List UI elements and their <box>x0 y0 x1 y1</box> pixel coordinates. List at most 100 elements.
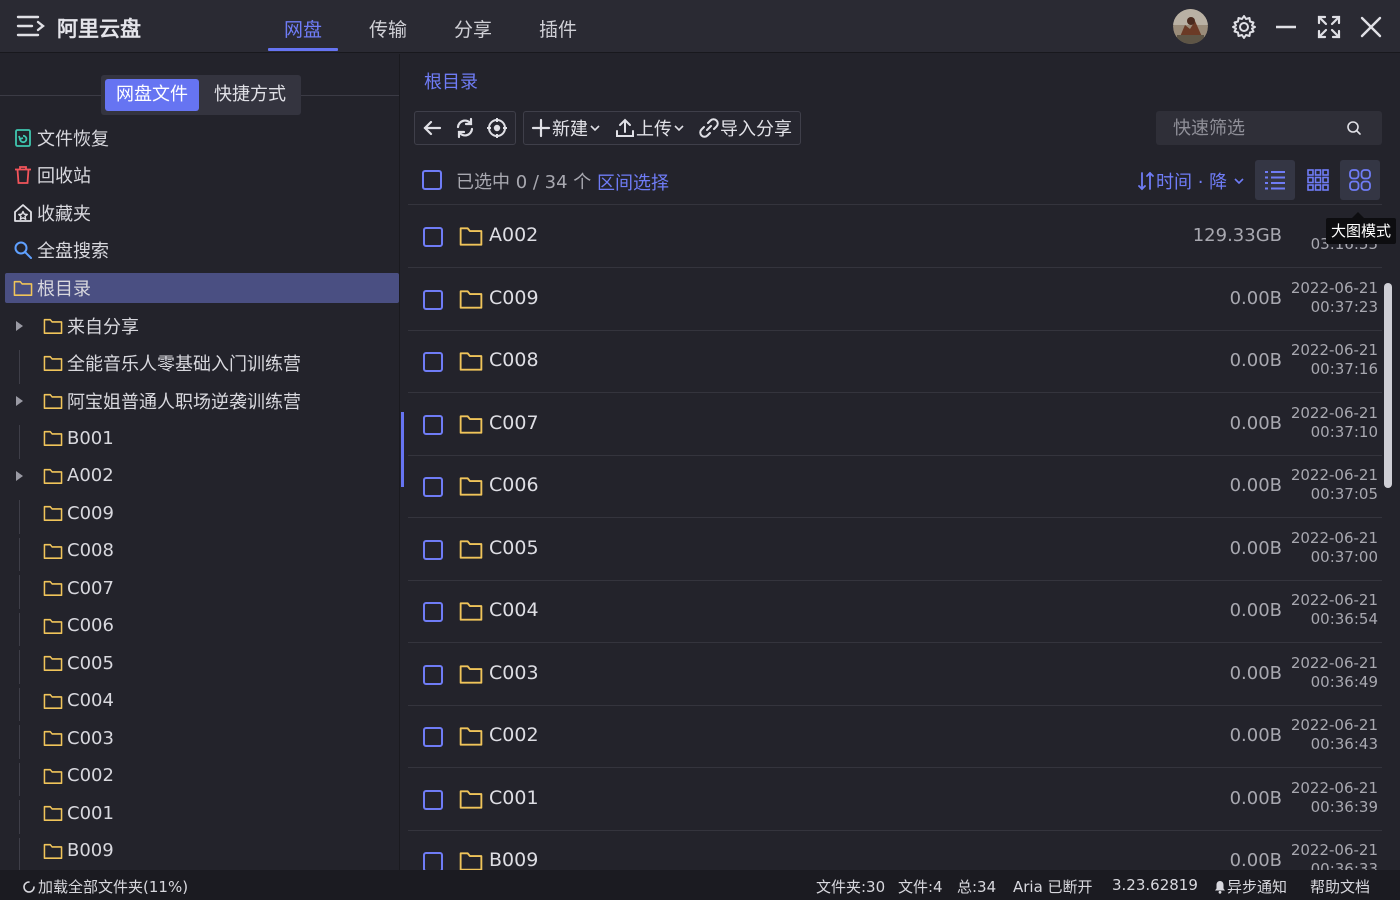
resize-handle[interactable] <box>401 412 404 487</box>
row-checkbox[interactable] <box>423 727 443 747</box>
grid-view-button[interactable] <box>1298 160 1338 200</box>
file-size: 0.00B <box>1229 725 1282 746</box>
row-checkbox[interactable] <box>423 789 443 810</box>
folder-icon <box>459 788 483 810</box>
file-row[interactable]: C004 0.00B 2022-06-21 00:36:54 <box>408 581 1382 643</box>
file-row[interactable]: C009 0.00B 2022-06-21 00:37:23 <box>408 269 1382 331</box>
tab-netdisk[interactable]: 网盘 <box>284 15 322 42</box>
quick-filter-input[interactable] <box>1156 111 1346 145</box>
tree-item[interactable]: 阿宝姐普通人职场逆袭训练营 <box>42 386 301 416</box>
sidebar-item-search[interactable]: 全盘搜索 <box>12 235 109 265</box>
tree-item[interactable]: B009 <box>42 836 114 866</box>
tab-share[interactable]: 分享 <box>454 15 492 42</box>
search-icon[interactable] <box>1345 119 1363 137</box>
new-button[interactable]: 新建 <box>524 112 608 144</box>
chevron-down-icon <box>672 117 686 139</box>
version-label[interactable]: 3.23.62819 <box>1112 876 1198 894</box>
chevron-down-icon <box>588 117 602 139</box>
row-checkbox[interactable] <box>423 227 443 247</box>
tab-plugins[interactable]: 插件 <box>539 15 577 42</box>
segment-netdisk-files[interactable]: 网盘文件 <box>105 79 199 111</box>
refresh-button[interactable] <box>449 112 481 144</box>
row-checkbox[interactable] <box>423 477 443 497</box>
sidebar-item-trash[interactable]: 回收站 <box>12 160 91 190</box>
aria-status[interactable]: Aria 已断开 <box>1013 876 1093 897</box>
large-view-button[interactable] <box>1340 160 1380 200</box>
file-row[interactable]: C007 0.00B 2022-06-21 00:37:10 <box>408 394 1382 456</box>
file-row[interactable]: C001 0.00B 2022-06-21 00:36:39 <box>408 769 1382 831</box>
file-row[interactable]: C003 0.00B 2022-06-21 00:36:49 <box>408 644 1382 706</box>
file-row[interactable]: C008 0.00B 2022-06-21 00:37:16 <box>408 331 1382 393</box>
row-checkbox[interactable] <box>423 414 443 435</box>
target-icon <box>486 117 508 139</box>
settings-gear-icon[interactable] <box>1230 13 1258 41</box>
minimize-icon[interactable] <box>1272 13 1300 41</box>
sidebar-item-file-restore[interactable]: 文件恢复 <box>12 123 109 153</box>
expand-arrow-icon[interactable] <box>13 395 25 407</box>
file-date-time: 00:36:39 <box>1310 797 1378 816</box>
tree-item[interactable]: A002 <box>42 461 114 491</box>
folder-icon <box>459 600 483 622</box>
locate-button[interactable] <box>481 112 515 144</box>
avatar[interactable] <box>1173 9 1208 44</box>
tree-item[interactable]: C005 <box>42 648 114 678</box>
row-checkbox[interactable] <box>423 352 443 372</box>
tree-item[interactable]: B001 <box>42 423 114 453</box>
sidebar-item-favorites[interactable]: 收藏夹 <box>12 198 91 228</box>
tree-item[interactable]: C004 <box>42 686 114 716</box>
sidebar-segment-control: 网盘文件 快捷方式 <box>101 75 301 115</box>
tree-item[interactable]: C008 <box>42 536 114 566</box>
file-row[interactable]: B009 0.00B 2022-06-21 00:36:33 <box>408 831 1382 870</box>
back-button[interactable] <box>415 112 449 144</box>
file-name: C009 <box>489 286 539 309</box>
file-size: 0.00B <box>1229 287 1282 309</box>
upload-button[interactable]: 上传 <box>608 112 692 144</box>
tree-item[interactable]: C006 <box>42 611 114 641</box>
menu-icon[interactable] <box>16 12 46 40</box>
sort-button[interactable]: 时间 · 降 <box>1136 168 1247 194</box>
scrollbar-thumb[interactable] <box>1384 283 1392 488</box>
row-checkbox[interactable] <box>423 852 443 870</box>
expand-arrow-icon[interactable] <box>13 320 25 332</box>
file-date-time: 00:37:05 <box>1310 485 1378 503</box>
row-checkbox[interactable] <box>423 289 443 310</box>
async-notify[interactable]: 异步通知 <box>1213 876 1287 897</box>
close-icon[interactable] <box>1357 13 1385 41</box>
segment-shortcuts[interactable]: 快捷方式 <box>203 79 297 111</box>
file-row[interactable]: C005 0.00B 2022-06-21 00:37:00 <box>408 519 1382 581</box>
tree-item[interactable]: 根目录 <box>12 273 91 303</box>
tree-item[interactable]: C009 <box>42 498 114 528</box>
file-date: 2022-06-21 00:36:33 <box>1291 841 1378 870</box>
row-checkbox[interactable] <box>423 664 443 685</box>
tree-item[interactable]: 来自分享 <box>42 311 139 341</box>
breadcrumb[interactable]: 根目录 <box>424 68 478 94</box>
tree-item[interactable]: 全能音乐人零基础入门训练营 <box>42 348 301 378</box>
row-checkbox[interactable] <box>423 602 443 622</box>
folder-icon <box>42 577 64 599</box>
tree-item[interactable]: C003 <box>42 723 114 753</box>
expand-arrow-icon[interactable] <box>13 470 25 482</box>
tree-item[interactable]: C001 <box>42 798 114 828</box>
file-name: C006 <box>489 474 539 496</box>
list-view-button[interactable] <box>1255 160 1295 200</box>
file-name: C007 <box>489 411 539 434</box>
file-date-day: 2022-06-21 <box>1290 528 1378 547</box>
row-checkbox[interactable] <box>423 539 443 560</box>
import-share-button[interactable]: 导入分享 <box>692 112 800 144</box>
folder-icon <box>459 413 483 435</box>
tab-transfer[interactable]: 传输 <box>369 15 407 42</box>
maximize-icon[interactable] <box>1315 13 1343 41</box>
file-row[interactable]: C002 0.00B 2022-06-21 00:36:43 <box>408 706 1382 768</box>
tree-item-label: C001 <box>67 802 114 824</box>
range-select-link[interactable]: 区间选择 <box>597 169 669 195</box>
folder-icon <box>459 538 483 560</box>
help-docs-link[interactable]: 帮助文档 <box>1310 876 1370 897</box>
tree-item[interactable]: C007 <box>42 573 114 603</box>
folder-icon <box>459 725 483 747</box>
tree-item-label: 来自分享 <box>67 316 139 338</box>
file-row[interactable]: C006 0.00B 2022-06-21 00:37:05 <box>408 456 1382 518</box>
tree-item[interactable]: C002 <box>42 761 114 791</box>
tree-item-label: 阿宝姐普通人职场逆袭训练营 <box>67 391 301 413</box>
file-row[interactable]: A002129.33GB202203:16:55 <box>408 206 1382 268</box>
select-all-checkbox[interactable] <box>422 170 442 190</box>
